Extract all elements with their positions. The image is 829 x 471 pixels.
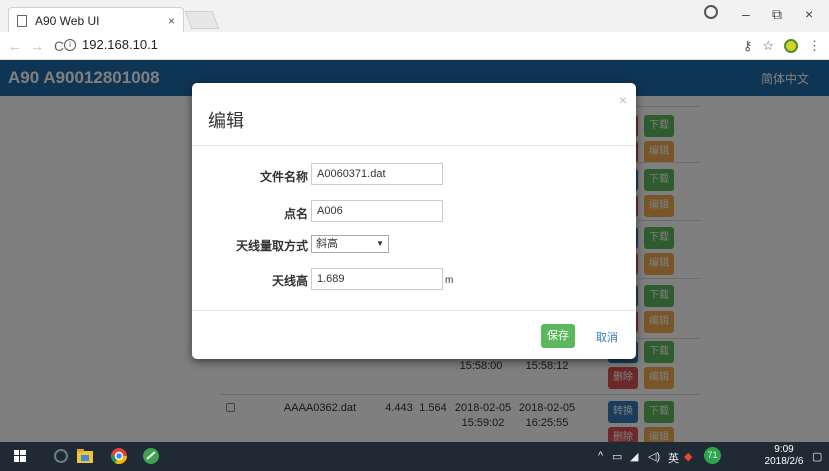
url-text: 192.168.10.1: [82, 37, 158, 52]
back-button[interactable]: ←: [4, 38, 26, 54]
browser-tab[interactable]: A90 Web UI ×: [8, 7, 184, 33]
new-tab-button[interactable]: [184, 11, 220, 29]
address-bar[interactable]: i 192.168.10.1: [64, 37, 158, 52]
extension-icon[interactable]: [784, 39, 798, 53]
dropdown-arrow-icon: ▼: [376, 239, 384, 248]
browser-toolbar: ← → C i 192.168.10.1 ⚷ ☆ ⋮: [0, 32, 829, 60]
point-name-label: 点名: [283, 207, 308, 221]
forward-button[interactable]: →: [26, 38, 48, 54]
modal-close-icon[interactable]: ×: [619, 92, 627, 108]
clock-date: 2018/2/6: [764, 456, 804, 467]
antenna-method-value: 斜高: [316, 238, 338, 250]
filename-label: 文件名称: [259, 170, 308, 184]
document-icon: [17, 14, 27, 27]
wifi-icon[interactable]: ◢: [630, 450, 638, 463]
key-icon[interactable]: ⚷: [743, 38, 753, 54]
modal-footer-divider: [192, 310, 636, 311]
bookmark-star-icon[interactable]: ☆: [762, 38, 774, 54]
antenna-method-select[interactable]: 斜高 ▼: [311, 235, 389, 253]
app-leaf-icon[interactable]: [142, 447, 160, 465]
modal-divider: [192, 145, 636, 146]
window-close-button[interactable]: ×: [805, 6, 813, 22]
chrome-icon[interactable]: [110, 447, 128, 465]
edit-modal: 编辑 × 文件名称 点名 天线量取方式 斜高 ▼ 天线高 m 保存 取消: [192, 83, 636, 359]
notification-icon[interactable]: ▢: [812, 450, 822, 463]
info-icon[interactable]: i: [64, 38, 76, 51]
profile-icon[interactable]: [704, 5, 718, 19]
tab-close-icon[interactable]: ×: [168, 14, 175, 28]
save-button[interactable]: 保存: [541, 324, 575, 348]
antenna-method-label: 天线量取方式: [235, 239, 308, 253]
antenna-height-input[interactable]: [311, 268, 443, 290]
tray-app-icon[interactable]: ◆: [684, 450, 692, 463]
system-clock[interactable]: 9:09 2018/2/6: [762, 444, 806, 468]
ime-indicator[interactable]: 英: [668, 450, 679, 466]
tray-chevron-icon[interactable]: ^: [598, 450, 603, 462]
filename-input[interactable]: [311, 163, 443, 185]
modal-title: 编辑: [208, 111, 244, 131]
volume-icon[interactable]: ◁): [648, 450, 660, 463]
browser-tab-strip: A90 Web UI × – ⧉ ×: [0, 0, 829, 33]
windows-taskbar: ^ ▭ ◢ ◁) 英 ◆ 71 9:09 2018/2/6 ▢: [0, 442, 829, 471]
search-icon[interactable]: [52, 447, 70, 465]
antenna-height-label: 天线高: [271, 274, 308, 288]
minimize-button[interactable]: –: [742, 6, 750, 22]
restore-button[interactable]: ⧉: [772, 6, 782, 23]
windows-start-icon[interactable]: [14, 450, 26, 462]
cancel-button[interactable]: 取消: [596, 329, 618, 345]
menu-icon[interactable]: ⋮: [808, 38, 821, 54]
tray-badge[interactable]: 71: [704, 447, 721, 464]
antenna-height-unit: m: [445, 275, 454, 286]
clock-time: 9:09: [774, 444, 794, 455]
file-explorer-icon[interactable]: [76, 447, 94, 465]
battery-icon[interactable]: ▭: [612, 450, 622, 463]
tab-title: A90 Web UI: [35, 13, 100, 28]
point-name-input[interactable]: [311, 200, 443, 222]
